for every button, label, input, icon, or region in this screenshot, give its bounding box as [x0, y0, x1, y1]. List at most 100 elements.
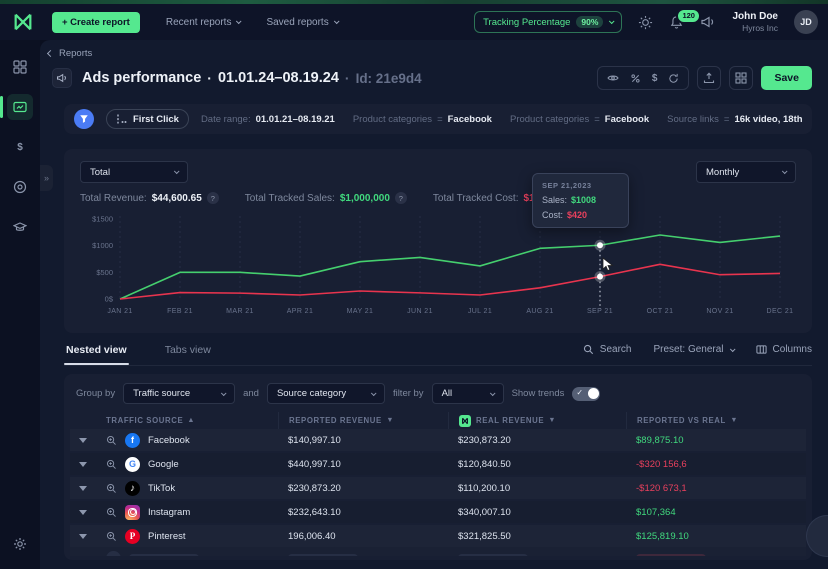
table-row[interactable]: Instagram $232,643.10 $340,007.10 $107,3…: [70, 501, 806, 523]
create-report-button[interactable]: + Create report: [52, 12, 140, 33]
sidebar-item-dashboard[interactable]: [7, 54, 33, 80]
traffic-source-cell: G Google: [96, 453, 278, 475]
row-expand-toggle[interactable]: [70, 429, 96, 451]
reported-revenue-header[interactable]: REPORTED REVENUE▼: [278, 412, 448, 429]
traffic-source-header[interactable]: TRAFFIC SOURCE▲: [96, 412, 278, 429]
reported-vs-real-cell: $89,875.10: [626, 429, 806, 451]
notifications-button[interactable]: 120: [669, 15, 684, 30]
tooltip-row: Sales: $1008: [542, 195, 619, 205]
search-label: Search: [600, 344, 632, 355]
hyros-logo-icon[interactable]: [12, 11, 34, 33]
tiktok-icon: ♪: [125, 481, 140, 496]
filter-condition[interactable]: Source links=16k video, 18th post, 16k v…: [667, 114, 802, 125]
preset-dropdown[interactable]: Preset: General: [653, 344, 733, 355]
zoom-in-icon[interactable]: [106, 483, 117, 494]
filter-button[interactable]: [74, 109, 94, 129]
sidebar-expand-button[interactable]: »: [40, 165, 53, 191]
granularity-select[interactable]: Monthly: [696, 161, 796, 183]
table-row[interactable]: f Facebook $140,997.10 $230,873.20 $89,8…: [70, 429, 806, 451]
sidebar: $: [0, 40, 40, 569]
sidebar-item-reports[interactable]: [7, 94, 33, 120]
sidebar-item-academy[interactable]: [7, 214, 33, 240]
sun-icon: [638, 15, 653, 30]
reported-vs-real-cell: -$320 156,6: [626, 453, 806, 475]
tracking-percentage-dropdown[interactable]: Tracking Percentage 90%: [474, 11, 622, 33]
chart-tooltip: SEP 21,2023 Sales: $1008Cost: $420: [532, 173, 629, 228]
show-trends-toggle[interactable]: ✓: [572, 387, 600, 401]
tracking-percentage-badge: 90%: [576, 16, 603, 28]
columns-icon: [756, 344, 767, 355]
help-icon[interactable]: ?: [207, 192, 219, 204]
help-icon[interactable]: ?: [395, 192, 407, 204]
real-revenue-header[interactable]: REAL REVENUE▼: [448, 412, 626, 429]
columns-button[interactable]: Columns: [756, 344, 812, 355]
row-expand-toggle[interactable]: [70, 525, 96, 547]
avatar[interactable]: JD: [794, 10, 818, 34]
reported-revenue-cell: $440,997.10: [278, 453, 448, 475]
attribution-model-pill[interactable]: First Click: [106, 109, 189, 129]
search-button[interactable]: Search: [583, 344, 632, 355]
chevron-down-icon: [489, 390, 495, 396]
export-icon: [703, 72, 715, 84]
chart-stat: Total Revenue: $44,600.65 ?: [80, 192, 219, 204]
filter-condition[interactable]: Date range:01.01.21–08.19.21: [201, 114, 335, 125]
recent-reports-menu[interactable]: Recent reports: [166, 17, 241, 28]
group-by-2-select[interactable]: Source category: [267, 383, 385, 404]
svg-text:0$: 0$: [105, 295, 114, 304]
zoom-in-icon[interactable]: [106, 507, 117, 518]
announcements-button[interactable]: [700, 14, 716, 30]
filter-condition[interactable]: Product categories=Facebook: [510, 114, 649, 125]
chevron-down-icon: [174, 168, 180, 174]
zoom-in-icon[interactable]: [106, 459, 117, 470]
tab-tabs-view[interactable]: Tabs view: [163, 342, 213, 364]
eye-icon[interactable]: [607, 72, 619, 84]
table-body: f Facebook $140,997.10 $230,873.20 $89,8…: [70, 429, 806, 547]
dollar-icon[interactable]: $: [652, 73, 658, 84]
sidebar-item-tracking[interactable]: [7, 174, 33, 200]
filter-condition[interactable]: Product categories=Facebook: [353, 114, 492, 125]
performance-line-chart[interactable]: JAN 21FEB 21MAR 21APR 21MAY 21JUN 21JUL …: [80, 207, 796, 327]
reported-vs-real-header[interactable]: REPORTED VS REAL▼: [626, 412, 806, 429]
filter-by-select[interactable]: All: [432, 383, 504, 404]
tracking-percentage-label: Tracking Percentage: [483, 17, 570, 28]
zoom-in-icon[interactable]: [106, 531, 117, 542]
table-row[interactable]: G Google $440,997.10 $120,840.50 -$320 1…: [70, 453, 806, 475]
table-row[interactable]: P Pinterest 196,006.40 $321,825.50 $125,…: [70, 525, 806, 547]
filter-condition-operator: =: [724, 114, 730, 125]
report-header: Ads performance · 01.01.24–08.19.24 · Id…: [52, 65, 812, 91]
breakdown-select-value: Total: [90, 167, 110, 178]
chevron-down-icon: [334, 18, 340, 24]
chevron-down-icon: [609, 18, 615, 24]
row-expand-toggle[interactable]: [70, 501, 96, 523]
zoom-in-icon[interactable]: [106, 435, 117, 446]
filter-condition-value: 16k video, 18th post, 16k video, 18th po…: [734, 114, 802, 125]
tab-nested-view[interactable]: Nested view: [64, 342, 129, 364]
table-header: TRAFFIC SOURCE▲ REPORTED REVENUE▼ REAL R…: [70, 412, 806, 429]
theme-toggle-button[interactable]: [638, 15, 653, 30]
save-button[interactable]: Save: [761, 66, 812, 90]
percent-icon[interactable]: [630, 73, 641, 84]
row-expand-toggle[interactable]: [70, 453, 96, 475]
row-expand-toggle[interactable]: [70, 477, 96, 499]
widgets-button[interactable]: [729, 66, 753, 90]
svg-text:JAN 21: JAN 21: [107, 308, 132, 315]
export-button[interactable]: [697, 66, 721, 90]
sidebar-item-settings[interactable]: [7, 531, 33, 557]
real-revenue-cell: $321,825.50: [448, 525, 626, 547]
breakdown-select[interactable]: Total: [80, 161, 188, 183]
filter-condition-operator: =: [437, 114, 443, 125]
reported-vs-real-cell: $107,364: [626, 501, 806, 523]
main-content: Reports Ads performance · 01.01.24–08.19…: [40, 40, 828, 569]
breadcrumb[interactable]: Reports: [48, 48, 812, 59]
stat-value: $1,000,000: [340, 193, 390, 204]
group-by-2-value: Source category: [277, 388, 346, 399]
dashboard-grid-icon: [13, 60, 27, 74]
sidebar-item-payments[interactable]: $: [7, 134, 33, 160]
dollar-icon: $: [17, 142, 23, 153]
group-by-select[interactable]: Traffic source: [123, 383, 235, 404]
user-info[interactable]: John Doe Hyros Inc: [732, 11, 778, 33]
traffic-source-name: Facebook: [148, 435, 190, 446]
table-row[interactable]: ♪ TikTok $230,873.20 $110,200.10 -$120 6…: [70, 477, 806, 499]
refresh-icon[interactable]: [668, 73, 679, 84]
saved-reports-menu[interactable]: Saved reports: [266, 17, 337, 28]
